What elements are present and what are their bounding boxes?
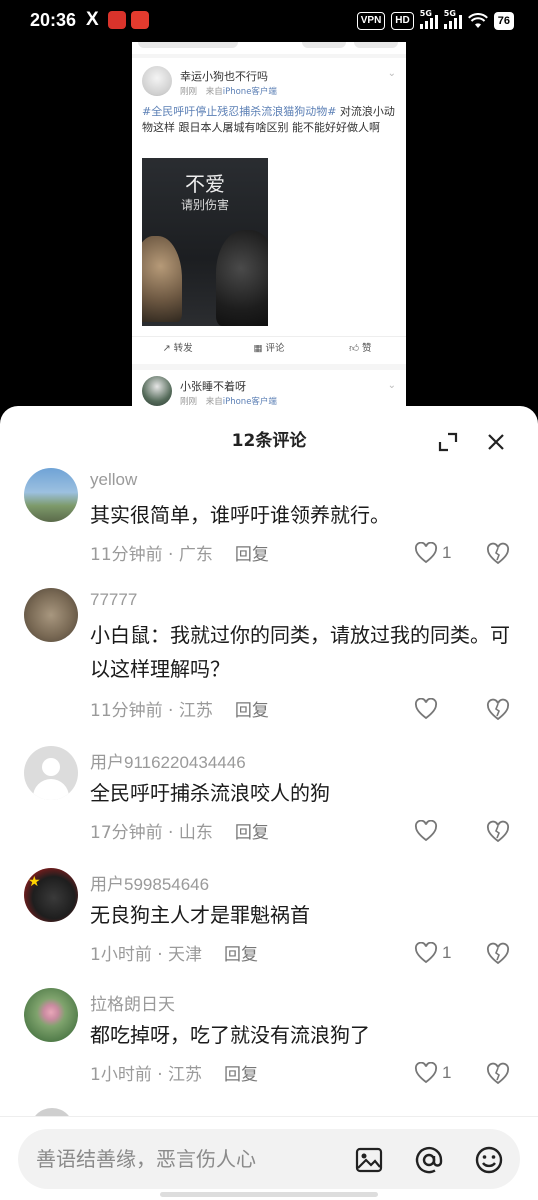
post-source-prefix: 来自 (205, 87, 223, 97)
like-count: 1 (442, 1063, 452, 1082)
like-button[interactable]: 👍︎ 赞 (315, 337, 406, 360)
close-icon[interactable] (486, 432, 506, 452)
commenter-avatar[interactable] (24, 988, 78, 1042)
vpn-badge: VPN (356, 12, 386, 30)
broken-heart-icon[interactable] (486, 942, 510, 966)
battery-indicator: 76 (493, 12, 514, 30)
comment-text[interactable]: 无良狗主人才是罪魁祸首 (90, 898, 510, 932)
commenter-name[interactable]: 拉格朗日天 (90, 990, 175, 1015)
like-count: 1 (442, 943, 452, 962)
comment-item: 拉格朗日天 都吃掉呀，吃了就没有流浪狗了 1小时前 · 江苏 回复 1 (0, 988, 538, 1098)
at-mention-icon[interactable] (414, 1145, 444, 1175)
post-time: 刚刚 (180, 87, 198, 97)
broken-heart-icon[interactable] (486, 1062, 510, 1086)
signal-icon-2: 5G (443, 9, 462, 29)
post-actions: ↗ 转发 ▦ 评论 👍︎ 赞 (132, 336, 406, 360)
comment-time-location: 11分钟前 · 江苏 (90, 701, 213, 721)
comment-time-location: 17分钟前 · 山东 (90, 823, 213, 843)
post-hashtag[interactable]: #全民呼吁停止残忍捕杀流浪猫狗动物# (142, 105, 336, 118)
comment-input[interactable] (36, 1129, 336, 1189)
comment-input-bar (0, 1116, 538, 1200)
comment-item: ★ 用户599854646 无良狗主人才是罪魁祸首 1小时前 · 天津 回复 1 (0, 868, 538, 978)
post-top-strip (132, 42, 406, 54)
repost-button[interactable]: ↗ 转发 (132, 337, 223, 360)
comment-text[interactable]: 其实很简单，谁呼吁谁领养就行。 (90, 498, 510, 532)
comment-time-location: 1小时前 · 江苏 (90, 1065, 203, 1085)
like-button[interactable]: 1 (414, 1062, 462, 1086)
second-post-author[interactable]: 小张睡不着呀 (180, 378, 246, 394)
like-button[interactable] (414, 820, 462, 844)
comment-meta: 1小时前 · 江苏 回复 (90, 1060, 258, 1085)
heart-icon (414, 698, 438, 720)
comments-sheet: 12条评论 yellow 其实很简单，谁呼吁谁领养就行。 11分钟前 · 广东回… (0, 406, 538, 1200)
x-app-icon: X (86, 9, 99, 30)
comment-time-location: 11分钟前 · 广东 (90, 545, 213, 565)
commenter-name[interactable]: 77777 (90, 590, 137, 610)
notification-app-icon (108, 11, 126, 29)
post-image-subtitle: 请别伤害 (180, 198, 229, 212)
commenter-name[interactable]: 用户9116220434446 (90, 748, 246, 773)
comment-item: 77777 小白鼠：我就过你的同类，请放过我的同类。可以这样理解吗？ 11分钟前… (0, 588, 538, 738)
like-button[interactable]: 1 (414, 542, 462, 566)
heart-icon (414, 542, 438, 564)
comment-meta: 17分钟前 · 山东 回复 (90, 818, 269, 843)
comment-item: 用户9116220434446 全民呼吁捕杀流浪咬人的狗 17分钟前 · 山东 回… (0, 746, 538, 856)
post-image-title: 不爱 (185, 172, 225, 196)
expand-icon[interactable] (438, 432, 458, 452)
reply-button[interactable]: 回复 (235, 701, 269, 721)
comment-meta: 11分钟前 · 江苏 回复 (90, 696, 269, 721)
reply-button[interactable]: 回复 (224, 945, 258, 965)
background-post-area: 幸运小狗也不行吗 刚刚 来自iPhone客户端 ⌄ #全民呼吁停止残忍捕杀流浪猫… (0, 42, 538, 422)
post-main: 幸运小狗也不行吗 刚刚 来自iPhone客户端 ⌄ #全民呼吁停止残忍捕杀流浪猫… (132, 58, 406, 364)
broken-heart-icon[interactable] (486, 820, 510, 844)
reply-button[interactable]: 回复 (224, 1065, 258, 1085)
status-time: 20:36 (30, 10, 77, 30)
post-image[interactable]: 不爱 请别伤害 (142, 158, 268, 326)
notification-app-icon-2 (131, 11, 149, 29)
heart-icon (414, 820, 438, 842)
hd-badge: HD (391, 12, 414, 30)
cat-picture (142, 236, 182, 322)
wifi-icon (467, 13, 488, 28)
heart-icon (414, 942, 438, 964)
like-button[interactable] (414, 698, 462, 722)
post-author-avatar[interactable] (142, 66, 172, 96)
post-screenshot: 幸运小狗也不行吗 刚刚 来自iPhone客户端 ⌄ #全民呼吁停止残忍捕杀流浪猫… (132, 42, 406, 422)
comment-text[interactable]: 都吃掉呀，吃了就没有流浪狗了 (90, 1018, 510, 1052)
post-source: iPhone客户端 (222, 87, 277, 97)
chevron-down-icon[interactable]: ⌄ (388, 68, 396, 79)
commenter-name[interactable]: 用户599854646 (90, 870, 209, 895)
post-text: #全民呼吁停止残忍捕杀流浪猫狗动物# 对流浪小动物这样 跟日本人屠城有啥区别 能… (142, 104, 398, 136)
like-count: 1 (442, 543, 452, 562)
comment-meta: 11分钟前 · 广东 回复 (90, 540, 269, 565)
reply-button[interactable]: 回复 (235, 545, 269, 565)
post-meta: 刚刚 来自iPhone客户端 (180, 85, 277, 97)
image-icon[interactable] (354, 1145, 384, 1175)
comment-meta: 1小时前 · 天津 回复 (90, 940, 258, 965)
dog-picture (216, 230, 268, 326)
home-indicator (160, 1192, 378, 1197)
comment-text[interactable]: 全民呼吁捕杀流浪咬人的狗 (90, 776, 510, 810)
broken-heart-icon[interactable] (486, 542, 510, 566)
comment-time-location: 1小时前 · 天津 (90, 945, 203, 965)
commenter-avatar[interactable] (24, 468, 78, 522)
chevron-down-icon[interactable]: ⌄ (388, 380, 396, 391)
signal-icon: 5G (419, 9, 438, 29)
heart-icon (414, 1062, 438, 1084)
like-button[interactable]: 1 (414, 942, 462, 966)
post-author-name[interactable]: 幸运小狗也不行吗 (180, 68, 268, 84)
comment-text[interactable]: 小白鼠：我就过你的同类，请放过我的同类。可以这样理解吗？ (90, 618, 510, 686)
reply-button[interactable]: 回复 (235, 823, 269, 843)
commenter-name[interactable]: yellow (90, 470, 137, 490)
commenter-avatar[interactable]: ★ (24, 868, 78, 922)
second-post-avatar[interactable] (142, 376, 172, 406)
commenter-avatar[interactable] (24, 746, 78, 800)
comment-item: yellow 其实很简单，谁呼吁谁领养就行。 11分钟前 · 广东 回复 1 (0, 468, 538, 578)
comment-button[interactable]: ▦ 评论 (223, 337, 314, 360)
status-bar: 20:36 X VPN HD 5G 5G 76 (0, 0, 538, 42)
emoji-icon[interactable] (474, 1145, 504, 1175)
commenter-avatar[interactable] (24, 588, 78, 642)
comment-input-container (18, 1129, 520, 1189)
broken-heart-icon[interactable] (486, 698, 510, 722)
